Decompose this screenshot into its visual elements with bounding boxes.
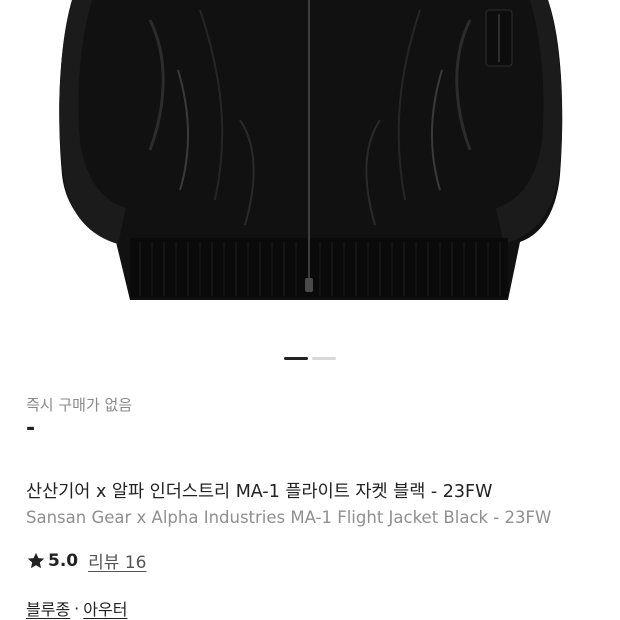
product-title-korean: 산산기어 x 알파 인더스트리 MA-1 플라이트 자켓 블랙 - 23FW <box>26 482 493 502</box>
product-detail-page: 즉시 구매가 없음 - 산산기어 x 알파 인더스트리 MA-1 플라이트 자켓… <box>0 0 620 620</box>
instant-buy-price-value: - <box>26 416 36 441</box>
review-count-link[interactable]: 리뷰 16 <box>88 548 146 573</box>
product-image-carousel[interactable] <box>0 0 620 338</box>
carousel-dot[interactable] <box>312 357 336 360</box>
rating-score: 5.0 <box>48 550 79 571</box>
category-link-blouson[interactable]: 블루종 <box>26 596 70 620</box>
star-icon <box>27 552 45 568</box>
category-breadcrumb: 블루종 · 아우터 <box>26 596 127 620</box>
product-title-english: Sansan Gear x Alpha Industries MA-1 Flig… <box>26 508 552 527</box>
category-separator: · <box>74 598 80 618</box>
carousel-indicator <box>0 357 620 361</box>
carousel-dot-active[interactable] <box>284 357 308 360</box>
product-rating: 5.0 리뷰 16 <box>26 548 146 573</box>
jacket-image <box>59 0 563 300</box>
category-link-outer[interactable]: 아우터 <box>83 596 127 620</box>
instant-buy-price-label: 즉시 구매가 없음 <box>26 396 133 414</box>
